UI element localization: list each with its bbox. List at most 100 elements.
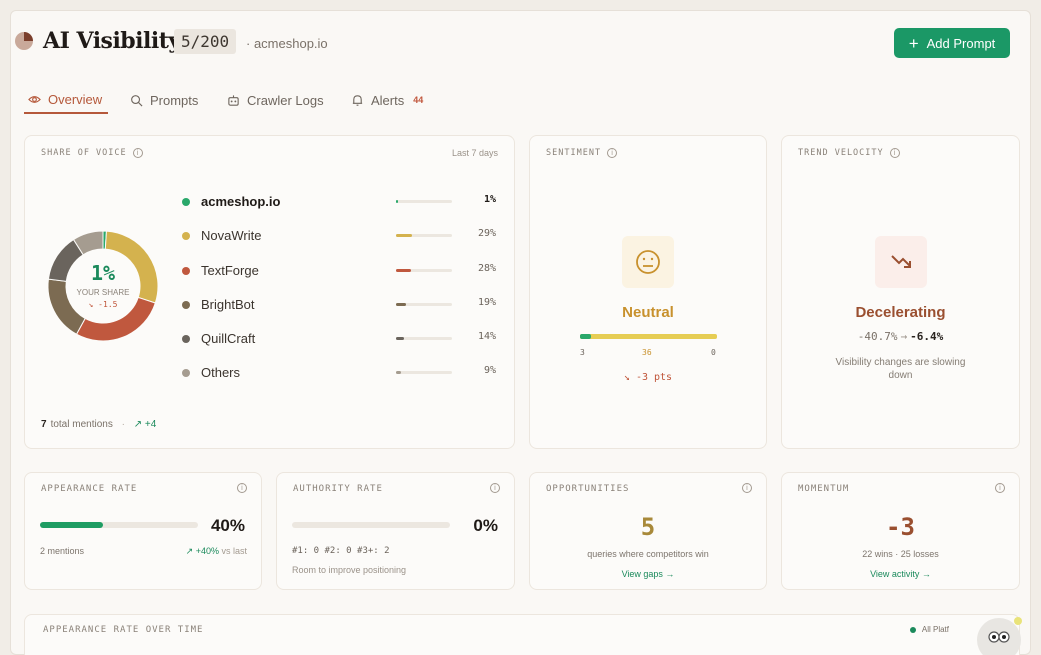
sentiment-card: SENTIMENT i Neutral 3 36 0 ↘ -3 pts — [529, 135, 767, 449]
card-title: SHARE OF VOICE i — [41, 148, 143, 158]
position-breakdown: #1: 0 #2: 0 #3+: 2 — [292, 546, 390, 556]
sentiment-positive-count: 3 — [580, 348, 585, 357]
bell-icon — [352, 94, 363, 106]
info-icon[interactable]: i — [742, 483, 752, 493]
info-icon[interactable]: i — [995, 483, 1005, 493]
sentiment-negative-count: 0 — [711, 348, 716, 357]
sentiment-neutral-count: 36 — [642, 348, 652, 357]
info-icon[interactable]: i — [490, 483, 500, 493]
trend-change: -40.7% → -6.4% — [857, 330, 944, 343]
opportunities-value: 5 — [640, 513, 656, 541]
sentiment-bar — [580, 334, 717, 339]
momentum-value: -3 — [886, 513, 915, 541]
search-icon — [131, 94, 143, 106]
legend-name: NovaWrite — [201, 228, 262, 243]
legend-item: acmeshop.io 1% — [180, 194, 500, 210]
tab-alerts[interactable]: Alerts 44 — [351, 86, 423, 114]
your-share-value: 1% — [90, 261, 116, 285]
legend-percent: 29% — [477, 228, 496, 239]
appearance-over-time-card: APPEARANCE RATE OVER TIME All Platf — [24, 614, 1020, 655]
momentum-description: 22 wins · 25 losses — [862, 549, 939, 559]
legend-bar-fill — [396, 234, 412, 237]
legend-bar-fill — [396, 303, 407, 306]
legend-name: acmeshop.io — [201, 194, 281, 209]
legend-dot — [182, 335, 190, 343]
legend-bar — [396, 303, 452, 306]
appearance-over-time-title: APPEARANCE RATE OVER TIME — [43, 625, 204, 635]
legend-dot — [182, 232, 190, 240]
appearance-fill — [40, 522, 104, 528]
legend-name: QuillCraft — [201, 331, 256, 346]
total-mentions: 7 total mentions · ↗ +4 — [41, 419, 157, 430]
neutral-face-icon — [636, 250, 660, 274]
legend-dot — [182, 301, 190, 309]
domain-label: · acmeshop.io — [246, 36, 328, 51]
authority-rate-value: 0% — [473, 516, 498, 535]
your-share-delta: ↘ -1.5 — [88, 300, 118, 309]
trend-velocity-card: TREND VELOCITY i Decelerating -40.7% → -6.4… — [781, 135, 1020, 449]
info-icon[interactable]: i — [132, 148, 143, 158]
appearance-delta: ↗ +40% vs last — [185, 546, 247, 556]
period-label: Last 7 days — [451, 148, 498, 158]
legend-percent: 19% — [477, 297, 496, 308]
plus-icon: + — [908, 33, 919, 53]
legend-percent: 14% — [477, 331, 496, 342]
sentiment-delta: ↘ -3 pts — [623, 372, 673, 383]
status-dot — [909, 626, 916, 633]
trend-description: Visibility changes are slowing down — [835, 357, 966, 381]
page-title: AI Visibility — [43, 28, 181, 54]
info-icon[interactable]: i — [889, 148, 900, 158]
legend-item: QuillCraft 14% — [180, 331, 500, 347]
legend-percent: 9% — [483, 365, 496, 376]
appearance-bar — [40, 522, 198, 528]
view-activity-link[interactable]: View activity → — [782, 569, 1019, 579]
opportunities-card: OPPORTUNITIES i 5 queries where competit… — [529, 472, 767, 590]
legend-bar — [396, 234, 452, 237]
legend-item: Others 9% — [180, 365, 500, 381]
share-of-voice-card: SHARE OF VOICE i Last 7 days 1% YOUR SHAR… — [24, 135, 515, 449]
legend-bar — [396, 200, 452, 203]
page-header: AI Visibility 5/200 · acmeshop.io + Add … — [14, 28, 1010, 62]
authority-note: Room to improve positioning — [292, 565, 407, 575]
your-share-label: YOUR SHARE — [76, 288, 130, 297]
tab-crawler-logs[interactable]: Crawler Logs — [227, 86, 324, 114]
add-prompt-button[interactable]: + Add Prompt — [894, 28, 1010, 58]
trend-icon-box — [874, 236, 927, 288]
opportunities-description: queries where competitors win — [587, 549, 709, 559]
authority-bar — [292, 522, 450, 528]
robot-icon — [228, 94, 239, 106]
tab-overview[interactable]: Overview — [24, 86, 108, 114]
legend-item: NovaWrite 29% — [180, 228, 500, 244]
legend-bar-fill — [396, 269, 412, 272]
mentions-count: 2 mentions — [40, 546, 85, 556]
notification-dot — [1014, 617, 1022, 625]
info-icon[interactable]: i — [607, 148, 618, 158]
prompt-count-badge: 5/200 — [174, 29, 237, 54]
donut-center: 1% YOUR SHARE ↘ -1.5 — [45, 261, 161, 309]
tab-prompts[interactable]: Prompts — [130, 86, 198, 114]
sentiment-icon-box — [622, 236, 674, 288]
legend-dot — [182, 369, 190, 377]
add-prompt-label: Add Prompt — [926, 35, 996, 51]
legend-bar-fill — [396, 371, 401, 374]
legend-name: Others — [201, 365, 241, 380]
mentions-delta: ↗ +4 — [133, 419, 157, 430]
appearance-rate-card: APPEARANCE RATE i 40% 2 mentions ↗ +40% … — [24, 472, 262, 590]
info-icon[interactable]: i — [237, 483, 247, 493]
legend-bar-fill — [396, 200, 398, 203]
eye-icon — [28, 95, 41, 103]
tab-bar: Overview Prompts Crawler Logs Alerts 44 — [14, 86, 444, 116]
legend-percent: 1% — [483, 194, 496, 205]
trend-label: Decelerating — [855, 304, 946, 321]
view-gaps-link[interactable]: View gaps → — [530, 569, 766, 579]
legend-name: BrightBot — [201, 297, 255, 312]
legend-bar — [396, 269, 452, 272]
legend-bar-fill — [396, 337, 404, 340]
legend-item: BrightBot 19% — [180, 297, 500, 313]
legend-name: TextForge — [201, 263, 259, 278]
alerts-count-badge: 44 — [413, 95, 424, 105]
sentiment-label: Neutral — [622, 304, 674, 321]
platform-filter[interactable]: All Platf — [909, 625, 949, 634]
legend-dot — [182, 198, 190, 206]
momentum-card: MOMENTUM i -3 22 wins · 25 losses View a… — [781, 472, 1020, 590]
